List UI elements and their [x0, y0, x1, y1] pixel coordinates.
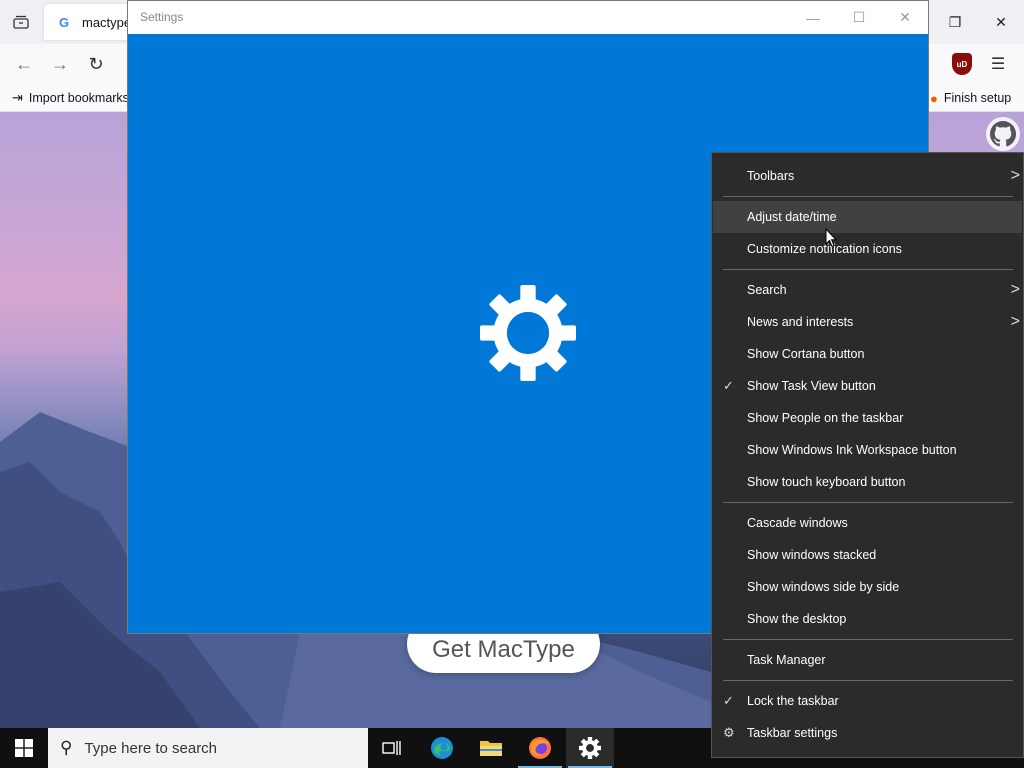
import-bookmarks-link[interactable]: ⇥ Import bookmarks	[12, 88, 129, 108]
menu-item-show-the-desktop[interactable]: Show the desktop	[713, 603, 1022, 635]
menu-item-show-touch-keyboard[interactable]: Show touch keyboard button	[713, 466, 1022, 498]
menu-item-taskbar-settings[interactable]: ⚙ Taskbar settings	[713, 717, 1022, 749]
mouse-cursor-icon	[825, 228, 837, 248]
chevron-right-icon: >	[1010, 167, 1020, 184]
firefox-taskbar-button[interactable]	[516, 728, 564, 768]
menu-item-show-cortana-button[interactable]: Show Cortana button	[713, 338, 1022, 370]
browser-close-button[interactable]: ✕	[978, 0, 1024, 44]
finish-setup-link[interactable]: ● Finish setup	[930, 88, 1011, 108]
browser-window-controls: ❐ ✕	[932, 0, 1024, 44]
app-menu-button[interactable]: ☰	[988, 54, 1008, 74]
checkmark-icon: ✓	[723, 693, 734, 708]
firefox-icon	[529, 737, 551, 759]
reload-button[interactable]: ↻	[82, 50, 110, 78]
github-icon[interactable]	[986, 117, 1020, 151]
gear-icon	[579, 737, 601, 759]
menu-item-news-and-interests[interactable]: News and interests >	[713, 306, 1022, 338]
gear-icon: ⚙	[723, 725, 735, 740]
settings-taskbar-button[interactable]	[566, 728, 614, 768]
chevron-right-icon: >	[1010, 281, 1020, 298]
menu-item-cascade-windows[interactable]: Cascade windows	[713, 507, 1022, 539]
tab-list-button[interactable]	[0, 0, 42, 44]
menu-separator	[723, 502, 1013, 503]
taskbar-search-box[interactable]: ⚲ Type here to search	[48, 728, 368, 768]
menu-item-show-ink-workspace[interactable]: Show Windows Ink Workspace button	[713, 434, 1022, 466]
close-button[interactable]: ✕	[882, 1, 928, 34]
import-icon: ⇥	[12, 90, 23, 105]
checkmark-icon: ✓	[723, 378, 734, 393]
folder-icon	[480, 741, 502, 756]
menu-item-show-task-view-button[interactable]: ✓ Show Task View button	[713, 370, 1022, 402]
edge-icon	[431, 737, 453, 759]
github-logo	[990, 121, 1016, 147]
forward-button[interactable]: →	[46, 50, 74, 78]
menu-item-customize-notification-icons[interactable]: Customize notification icons	[713, 233, 1022, 265]
finish-setup-label: Finish setup	[943, 91, 1012, 105]
menu-separator	[723, 680, 1013, 681]
menu-separator	[723, 639, 1013, 640]
firefox-icon: ●	[930, 90, 938, 106]
menu-item-adjust-date-time[interactable]: Adjust date/time	[713, 201, 1022, 233]
task-view-icon	[382, 741, 401, 755]
windows-logo-icon	[15, 739, 33, 757]
ublock-origin-icon[interactable]: uD	[952, 53, 972, 75]
menu-item-search[interactable]: Search >	[713, 274, 1022, 306]
menu-item-lock-the-taskbar[interactable]: ✓ Lock the taskbar	[713, 685, 1022, 717]
get-mactype-label: Get MacType	[432, 636, 575, 663]
search-icon: ⚲	[60, 738, 73, 757]
menu-separator	[723, 269, 1013, 270]
menu-separator	[723, 196, 1013, 197]
file-explorer-taskbar-button[interactable]	[467, 728, 515, 768]
menu-item-show-windows-stacked[interactable]: Show windows stacked	[713, 539, 1022, 571]
settings-window-controls: — ☐ ✕	[790, 1, 928, 34]
settings-gear-icon	[480, 285, 576, 381]
settings-window-title: Settings	[140, 10, 184, 24]
browser-restore-button[interactable]: ❐	[932, 0, 978, 44]
tab-list-icon	[13, 15, 29, 29]
import-bookmarks-label: Import bookmarks	[28, 91, 129, 105]
task-view-button[interactable]	[368, 728, 416, 768]
menu-item-show-windows-side-by-side[interactable]: Show windows side by side	[713, 571, 1022, 603]
maximize-button[interactable]: ☐	[836, 1, 882, 34]
search-placeholder: Type here to search	[84, 739, 218, 757]
back-button[interactable]: ←	[10, 50, 38, 78]
menu-item-toolbars[interactable]: Toolbars >	[713, 160, 1022, 192]
menu-item-show-people[interactable]: Show People on the taskbar	[713, 402, 1022, 434]
google-icon: G	[58, 14, 70, 30]
settings-title-bar[interactable]: Settings — ☐ ✕	[128, 1, 928, 34]
minimize-button[interactable]: —	[790, 1, 836, 34]
start-button[interactable]	[0, 728, 48, 768]
chevron-right-icon: >	[1010, 313, 1020, 330]
taskbar-context-menu: Toolbars > Adjust date/time Customize no…	[711, 152, 1024, 758]
menu-item-task-manager[interactable]: Task Manager	[713, 644, 1022, 676]
edge-taskbar-button[interactable]	[418, 728, 466, 768]
